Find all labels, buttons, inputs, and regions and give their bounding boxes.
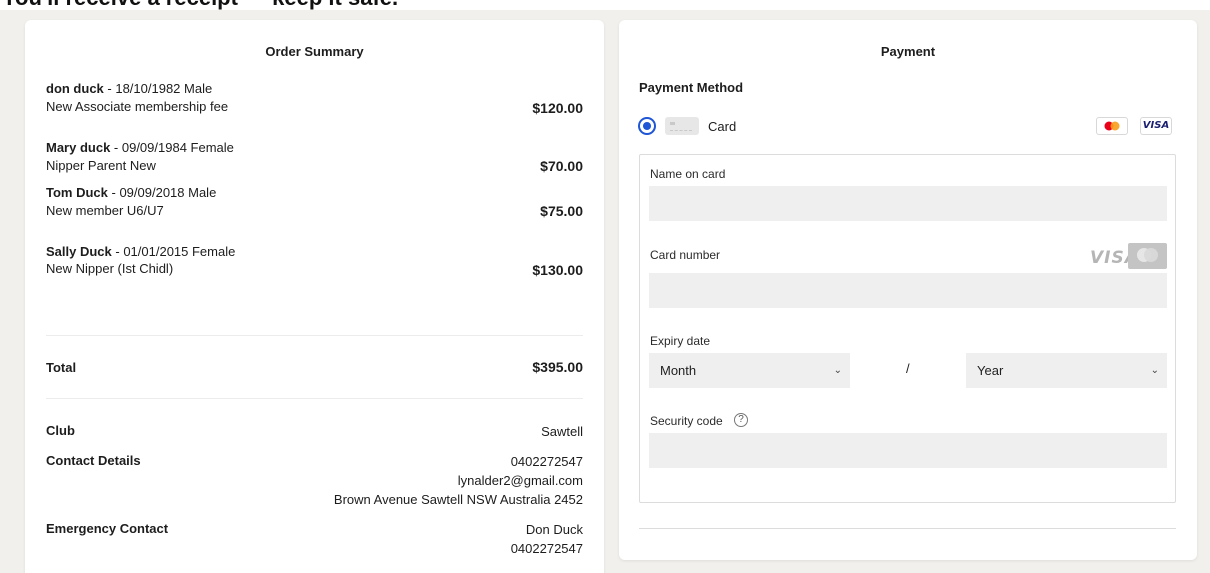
- member-details: - 18/10/1982 Male: [103, 81, 213, 96]
- help-icon[interactable]: ?: [734, 413, 748, 427]
- expiry-separator: /: [906, 361, 910, 376]
- chevron-down-icon: ⌄: [1150, 365, 1159, 376]
- order-item-member: Mary duck - 09/09/1984 Female: [46, 140, 234, 155]
- total-value: $395.00: [532, 359, 583, 375]
- card-details-form: Name on card Card number VISA Expiry dat…: [639, 154, 1176, 503]
- emergency-contact-label: Emergency Contact: [46, 521, 169, 536]
- card-radio[interactable]: [638, 117, 656, 135]
- payment-title: Payment: [880, 44, 936, 59]
- member-name: Tom Duck: [46, 185, 108, 200]
- mastercard-logo-icon: [1128, 243, 1167, 269]
- order-item-description: New Nipper (Ist Chidl): [46, 261, 174, 276]
- order-item-description: Nipper Parent New: [46, 158, 156, 173]
- payment-panel: Payment Payment Method Card VISA Name on…: [619, 20, 1197, 560]
- visa-icon: VISA: [1140, 117, 1172, 135]
- page-banner: You'll receive a receipt — keep it safe.: [0, 0, 1210, 10]
- divider: [46, 335, 583, 336]
- security-code-label: Security code: [650, 414, 723, 428]
- divider: [46, 398, 583, 399]
- expiry-month-select[interactable]: Month ⌄: [649, 353, 850, 388]
- club-value: Sawtell: [541, 424, 583, 439]
- order-item-price: $70.00: [540, 158, 583, 174]
- emergency-name: Don Duck: [525, 522, 583, 537]
- club-label: Club: [46, 423, 75, 438]
- contact-email: lynalder2@gmail.com: [457, 473, 583, 488]
- card-option-label[interactable]: Card: [708, 119, 736, 134]
- emergency-phone: 0402272547: [510, 541, 583, 556]
- mastercard-icon: [1096, 117, 1128, 135]
- order-item-member: Tom Duck - 09/09/2018 Male: [46, 185, 216, 200]
- emergency-contact-block: Don Duck 0402272547: [511, 520, 583, 558]
- chevron-down-icon: ⌄: [833, 365, 842, 376]
- expiry-year-select[interactable]: Year ⌄: [966, 353, 1167, 388]
- member-name: Mary duck: [46, 140, 111, 155]
- order-item-description: New member U6/U7: [46, 203, 164, 218]
- member-details: - 09/09/2018 Male: [107, 185, 217, 200]
- member-details: - 01/01/2015 Female: [111, 244, 236, 259]
- contact-details-label: Contact Details: [46, 453, 141, 468]
- order-item-price: $120.00: [532, 100, 583, 116]
- total-label: Total: [46, 360, 77, 375]
- divider: [639, 528, 1176, 529]
- expiry-year-value: Year: [977, 363, 1004, 378]
- order-item-description: New Associate membership fee: [46, 99, 229, 114]
- member-name: Sally Duck: [46, 244, 112, 259]
- order-item-price: $75.00: [540, 203, 583, 219]
- order-summary-title: Order Summary: [265, 44, 364, 59]
- contact-details-block: 0402272547 lynalder2@gmail.com Brown Ave…: [334, 452, 583, 509]
- name-on-card-label: Name on card: [650, 167, 726, 181]
- order-summary-panel: Order Summary don duck - 18/10/1982 Male…: [25, 20, 604, 573]
- member-details: - 09/09/1984 Female: [110, 140, 234, 155]
- payment-method-title: Payment Method: [639, 80, 744, 95]
- credit-card-icon: [665, 117, 699, 135]
- card-number-label: Card number: [650, 248, 721, 262]
- name-on-card-input[interactable]: [649, 186, 1167, 221]
- order-item-member: Sally Duck - 01/01/2015 Female: [46, 244, 235, 259]
- order-item-price: $130.00: [532, 262, 583, 278]
- expiry-month-value: Month: [660, 363, 697, 378]
- order-item-member: don duck - 18/10/1982 Male: [46, 81, 212, 96]
- card-number-input[interactable]: [649, 273, 1167, 308]
- security-code-input[interactable]: [649, 433, 1167, 468]
- member-name: don duck: [46, 81, 104, 96]
- card-radio-dot: [643, 122, 651, 130]
- expiry-date-label: Expiry date: [650, 334, 711, 348]
- contact-address: Brown Avenue Sawtell NSW Australia 2452: [333, 492, 583, 507]
- contact-phone: 0402272547: [510, 454, 583, 469]
